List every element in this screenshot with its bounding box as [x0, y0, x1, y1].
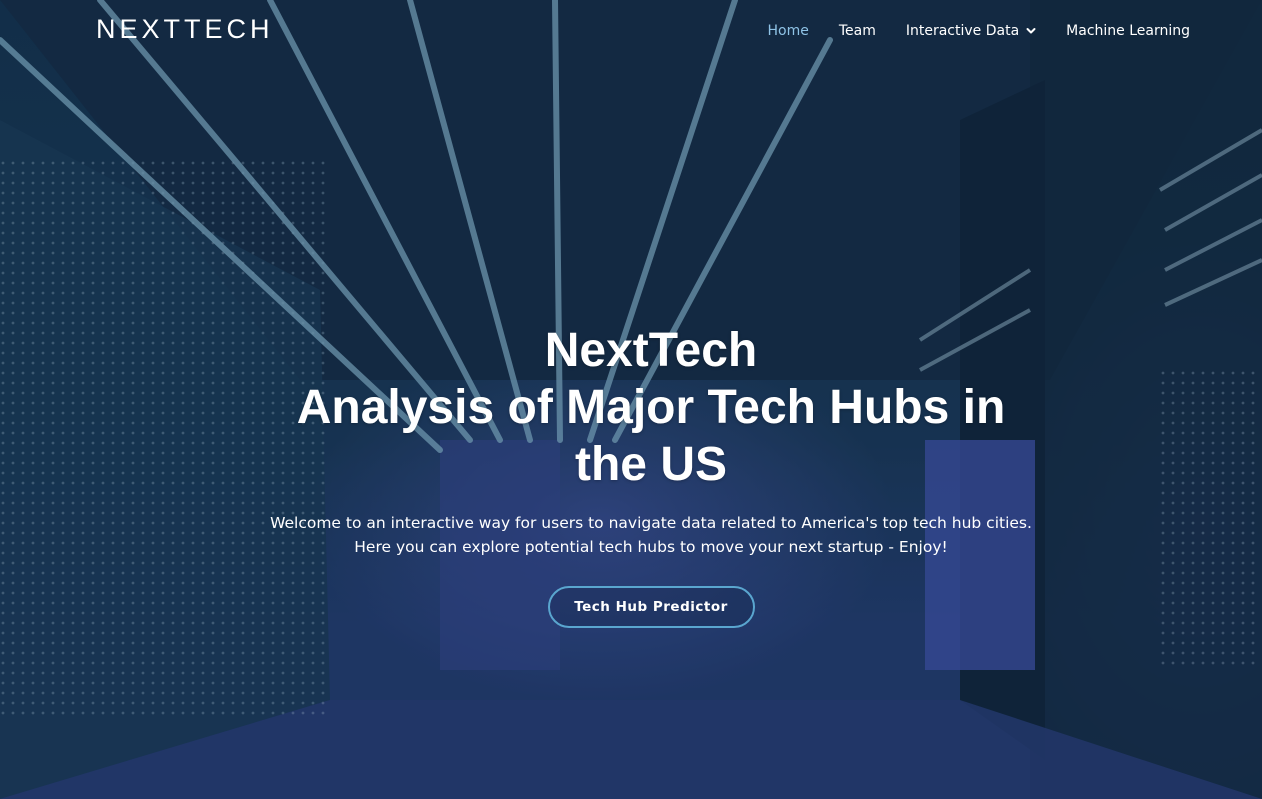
nav-item-interactive-data: Interactive Data: [906, 22, 1036, 40]
nav-item-home: Home: [768, 22, 809, 40]
nav-link-interactive-data[interactable]: Interactive Data: [906, 23, 1036, 39]
chevron-down-icon: [1026, 28, 1036, 34]
nav-link-label: Machine Learning: [1066, 23, 1190, 39]
hero-title-line: the US: [574, 438, 727, 491]
site-header: NEXTTECH Home Team Interactive Data Mach…: [0, 0, 1262, 62]
nav-link-machine-learning[interactable]: Machine Learning: [1066, 23, 1190, 39]
nav-link-label: Home: [767, 23, 809, 39]
nav-link-label: Team: [838, 23, 876, 39]
tech-hub-predictor-button[interactable]: Tech Hub Predictor: [547, 586, 755, 628]
hero-subtitle-line: Here you can explore potential tech hubs…: [354, 538, 948, 556]
hero-subtitle: Welcome to an interactive way for users …: [231, 511, 1071, 559]
nav-item-machine-learning: Machine Learning: [1066, 22, 1190, 40]
hero-title-line: Analysis of Major Tech Hubs in: [296, 381, 1006, 434]
brand-logo[interactable]: NEXTTECH: [96, 14, 274, 45]
main-nav: Home Team Interactive Data Machine Learn…: [768, 22, 1191, 40]
nav-item-team: Team: [839, 22, 876, 40]
hero-title-line: NextTech: [544, 324, 758, 377]
nav-link-home[interactable]: Home: [768, 23, 809, 39]
nav-link-label: Interactive Data: [905, 23, 1020, 39]
hero-title: NextTech Analysis of Major Tech Hubs in …: [231, 322, 1071, 493]
hero-content: NextTech Analysis of Major Tech Hubs in …: [231, 322, 1071, 628]
hero-subtitle-line: Welcome to an interactive way for users …: [270, 514, 1032, 532]
nav-link-team[interactable]: Team: [839, 23, 876, 39]
